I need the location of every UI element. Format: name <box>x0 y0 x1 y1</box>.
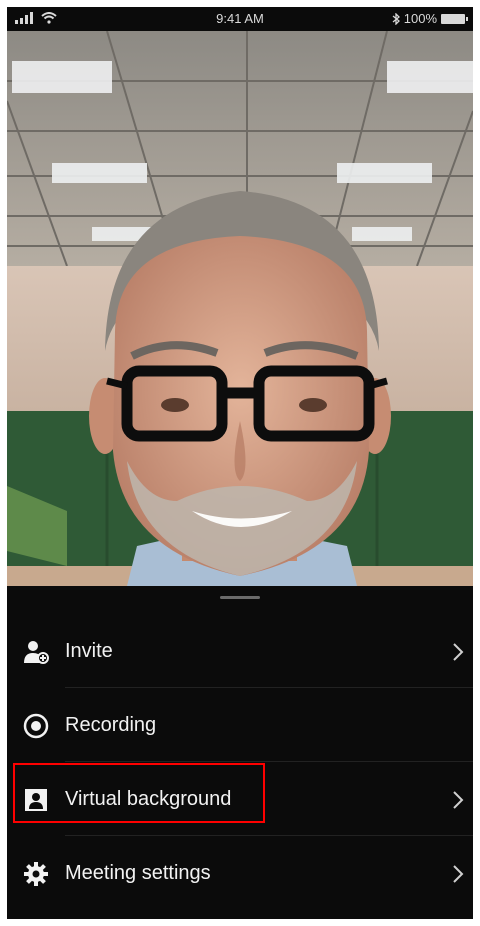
menu-item-label: Invite <box>65 640 113 662</box>
options-sheet: Invite Recording Virtual background Meet… <box>7 586 473 919</box>
chevron-right-icon <box>453 791 464 809</box>
record-icon <box>23 713 49 739</box>
menu-item-label: Meeting settings <box>65 862 211 884</box>
camera-preview-image <box>7 31 473 586</box>
highlight-box-virtual-background <box>13 763 265 823</box>
menu-item-meeting-settings[interactable]: Meeting settings <box>7 836 473 910</box>
menu-item-recording[interactable]: Recording <box>7 688 473 762</box>
menu-item-label: Recording <box>65 714 157 736</box>
battery-percent: 100% <box>403 11 437 26</box>
drag-handle[interactable] <box>220 596 260 599</box>
menu-item-invite[interactable]: Invite <box>7 614 473 688</box>
add-person-icon <box>24 641 49 664</box>
battery-icon <box>441 13 468 24</box>
phone-screen: 9:41 AM 100% Invite Recording Virtual ba… <box>7 7 473 919</box>
video-preview <box>7 31 473 586</box>
status-bar: 9:41 AM 100% <box>7 7 473 31</box>
bluetooth-icon <box>392 12 400 25</box>
battery-group: 100% <box>392 11 468 26</box>
gear-icon <box>24 862 48 886</box>
chevron-right-icon <box>453 643 464 661</box>
chevron-right-icon <box>453 865 464 883</box>
